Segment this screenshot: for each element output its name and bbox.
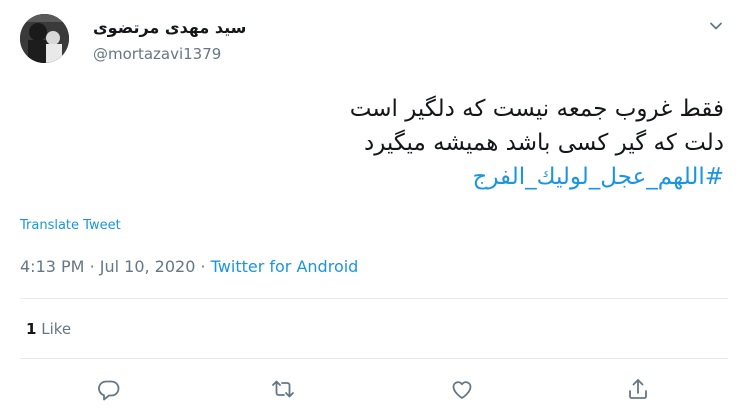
likes-count[interactable]: 1 Like bbox=[26, 320, 71, 338]
like-count-label: Like bbox=[41, 320, 72, 338]
hashtag-link[interactable]: #اللهم_عجل_لوليك_الفرج bbox=[24, 160, 724, 194]
translate-tweet-link[interactable]: Translate Tweet bbox=[20, 218, 121, 233]
tweet-text-line: فقط غروب جمعه نیست که دلگیر است bbox=[349, 96, 724, 122]
divider bbox=[20, 298, 728, 299]
chevron-down-icon[interactable] bbox=[708, 18, 724, 34]
tweet-date[interactable]: Jul 10, 2020 bbox=[100, 257, 196, 276]
meta-separator: · bbox=[200, 257, 206, 276]
tweet-source-link[interactable]: Twitter for Android bbox=[211, 257, 359, 276]
share-icon[interactable] bbox=[625, 376, 651, 402]
avatar-image bbox=[20, 14, 69, 63]
tweet-text-line: دلت که گیر کسی باشد همیشه میگیرد bbox=[363, 130, 724, 156]
tweet-text: فقط غروب جمعه نیست که دلگیر است دلت که گ… bbox=[24, 92, 724, 194]
display-name[interactable]: سید مهدی مرتضوی bbox=[93, 18, 246, 37]
user-handle[interactable]: @mortazavi1379 bbox=[93, 45, 221, 63]
tweet-metadata: 4:13 PM · Jul 10, 2020 · Twitter for And… bbox=[20, 257, 358, 276]
retweet-icon[interactable] bbox=[270, 376, 296, 402]
heart-icon[interactable] bbox=[449, 376, 475, 402]
avatar[interactable] bbox=[20, 14, 69, 63]
reply-icon[interactable] bbox=[96, 376, 122, 402]
tweet-time[interactable]: 4:13 PM bbox=[20, 257, 84, 276]
like-count-value: 1 bbox=[26, 320, 37, 338]
divider bbox=[20, 358, 728, 359]
tweet-card: سید مهدی مرتضوی @mortazavi1379 فقط غروب … bbox=[0, 0, 748, 420]
meta-separator: · bbox=[89, 257, 95, 276]
